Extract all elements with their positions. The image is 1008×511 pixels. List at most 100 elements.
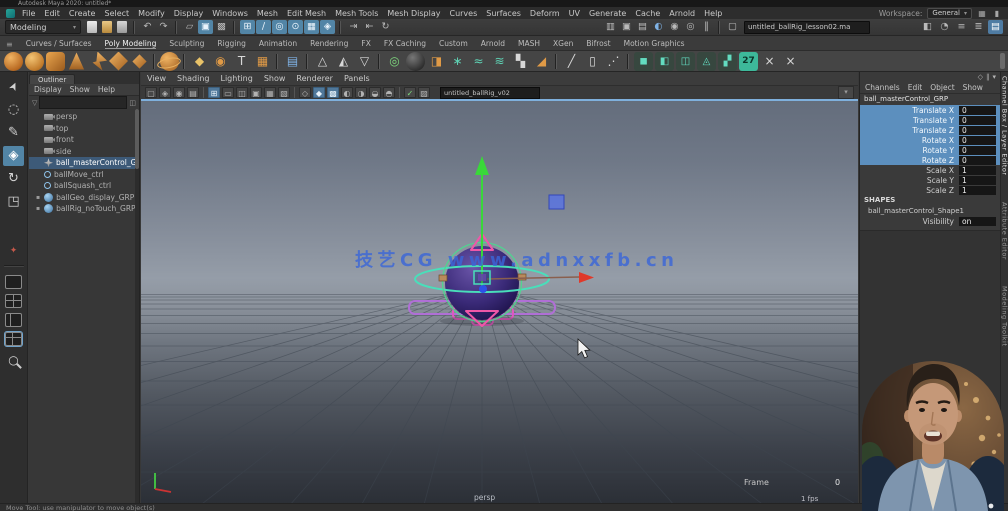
outliner-menu-item[interactable]: Display (34, 85, 62, 94)
paint-effects-icon[interactable]: ◎ (385, 52, 404, 71)
shelf-tab[interactable]: FX (361, 39, 370, 49)
outliner-item[interactable]: side (29, 146, 139, 158)
right-dock-tab[interactable]: Modeling Toolkit (1001, 286, 1008, 346)
menu-item[interactable]: Create (69, 9, 96, 18)
ring-cv-handle-left[interactable] (439, 275, 447, 281)
boss-ocean-icon[interactable]: ≋ (490, 52, 509, 71)
shelf-tab[interactable]: Sculpting (169, 39, 204, 49)
channel-box-menu-item[interactable]: Object (930, 83, 954, 92)
paint-select-tool-icon[interactable]: ✎ (3, 123, 24, 143)
visibility-row[interactable]: Visibility on (860, 216, 1000, 226)
select-tool-icon[interactable]: ➤ (3, 77, 24, 97)
toon-shader-icon[interactable] (406, 52, 425, 71)
channel-box-menu-item[interactable]: Edit (908, 83, 923, 92)
panel-camera-field[interactable] (440, 87, 540, 99)
undo-icon[interactable]: ↶ (140, 20, 155, 34)
outliner-search-input[interactable] (39, 96, 127, 109)
mash-network-icon[interactable]: ◨ (427, 52, 446, 71)
boolean-difference-icon[interactable]: ◧ (655, 52, 674, 71)
resolution-gate-icon[interactable]: ◫ (236, 87, 248, 98)
outliner-item[interactable]: ballRig_noTouch_GRP (29, 203, 139, 215)
ambient-occlusion-icon[interactable]: ◒ (369, 87, 381, 98)
menu-item[interactable]: Edit Mesh (287, 9, 326, 18)
calendar-27-icon[interactable]: 27 (739, 52, 758, 71)
make-live-icon[interactable]: ◈ (320, 20, 335, 34)
shelf-scrollbar[interactable] (1000, 53, 1005, 69)
ipr-render-icon[interactable]: ▤ (635, 20, 650, 34)
poly-torus-icon[interactable] (132, 54, 146, 68)
selection-object-mode-icon[interactable]: ▣ (198, 20, 213, 34)
layout-hypershade-button[interactable] (5, 332, 22, 346)
type-tool-icon[interactable]: T (232, 52, 251, 71)
shelf-tab[interactable]: Curves / Surfaces (26, 39, 92, 49)
selection-component-mode-icon[interactable]: ▩ (214, 20, 229, 34)
menu-item[interactable]: Edit (44, 9, 60, 18)
render-settings-icon[interactable]: ◐ (651, 20, 666, 34)
use-all-lights-icon[interactable]: ◐ (341, 87, 353, 98)
channel-manipulator-icon[interactable]: ◇ (978, 73, 983, 81)
3d-viewport[interactable]: 技艺CG www.adnxxfb.cn Frame 0 1 fps persp (141, 101, 858, 504)
panel-menu-item[interactable]: Show (264, 74, 286, 83)
menu-item[interactable]: Cache (635, 9, 660, 18)
channel-row[interactable]: Rotate X 0 (860, 135, 1000, 145)
shelf-tab[interactable]: Animation (259, 39, 297, 49)
lasso-select-tool-icon[interactable]: ◌ (3, 100, 24, 120)
outliner-item[interactable]: ballGeo_display_GRP (29, 192, 139, 204)
zoom-tool-icon[interactable]: ○ (3, 350, 24, 370)
channel-row[interactable]: Scale X 1 (860, 165, 1000, 175)
menu-item[interactable]: Modify (138, 9, 165, 18)
outliner-menu-item[interactable]: Help (98, 85, 115, 94)
menu-item[interactable]: Surfaces (486, 9, 521, 18)
workspace-lock-icon[interactable]: ▮ (992, 9, 1002, 18)
shelf-tab[interactable]: Rigging (217, 39, 245, 49)
construction-history-icon[interactable]: ↻ (378, 20, 393, 34)
menu-item[interactable]: Display (174, 9, 204, 18)
selection-box[interactable] (549, 195, 564, 209)
scale-tool-icon[interactable]: ◳ (3, 192, 24, 212)
layout-four-pane-button[interactable] (5, 294, 22, 308)
menu-item[interactable]: Mesh Tools (335, 9, 378, 18)
coordinate-entry-field[interactable] (744, 21, 870, 34)
wireframe-mode-icon[interactable]: ◇ (299, 87, 311, 98)
new-scene-icon[interactable] (87, 21, 97, 33)
shelf-tab[interactable]: MASH (518, 39, 540, 49)
menu-set-dropdown[interactable]: Modeling ▾ (5, 20, 81, 34)
multi-cut-icon[interactable]: × (760, 52, 779, 71)
panel-menu-item[interactable]: View (147, 74, 166, 83)
menu-item[interactable]: Windows (212, 9, 248, 18)
channel-box-toggle-icon[interactable]: ▤ (988, 20, 1003, 34)
filter-icon[interactable]: ▽ (32, 99, 37, 107)
snap-to-projected-center-icon[interactable]: ⊙ (288, 20, 303, 34)
render-current-frame-icon[interactable]: ▣ (619, 20, 634, 34)
panel-menu-item[interactable]: Renderer (296, 74, 333, 83)
checker-map-icon[interactable]: ▚ (511, 52, 530, 71)
shelf-tab[interactable]: Poly Modeling (105, 39, 157, 49)
shelf-tab[interactable]: XGen (553, 39, 573, 49)
menu-item[interactable]: Curves (449, 9, 477, 18)
outliner-item[interactable]: ballMove_ctrl (29, 169, 139, 181)
boolean-intersect-icon[interactable]: ◫ (676, 52, 695, 71)
spiral-curve-icon[interactable]: ◉ (211, 52, 230, 71)
workspace-grid-icon[interactable]: ▦ (977, 9, 987, 18)
uv-editor-icon[interactable]: ▯ (583, 52, 602, 71)
channel-value[interactable]: 0 (959, 156, 996, 165)
workspace-dropdown[interactable]: General ▾ (927, 8, 972, 19)
dashed-curve-icon[interactable]: ⋰ (604, 52, 623, 71)
nurbs-sphere-icon[interactable] (25, 52, 44, 71)
outliner-item[interactable]: ball_masterControl_GRP (29, 157, 139, 169)
search-options-icon[interactable]: ◫ (129, 99, 136, 107)
outliner-scrollbar[interactable] (135, 109, 139, 503)
save-scene-icon[interactable] (117, 21, 127, 33)
menu-item[interactable]: Mesh (257, 9, 278, 18)
outliner-item[interactable]: front (29, 134, 139, 146)
menu-item[interactable]: File (22, 9, 35, 18)
shelf-tab[interactable]: FX Caching (384, 39, 426, 49)
xray-mode-icon[interactable]: ▨ (418, 87, 430, 98)
shelf-tab[interactable]: Arnold (481, 39, 505, 49)
lock-camera-icon[interactable]: ◈ (159, 87, 171, 98)
selection-hierarchy-mode-icon[interactable]: ▱ (182, 20, 197, 34)
move-tool-icon[interactable]: ◈ (3, 146, 24, 166)
object-details-icon[interactable]: ▢ (725, 20, 740, 34)
character-controls-toggle-icon[interactable]: ◔ (937, 20, 952, 34)
channel-display-mode-icon[interactable]: ▾ (992, 73, 996, 81)
